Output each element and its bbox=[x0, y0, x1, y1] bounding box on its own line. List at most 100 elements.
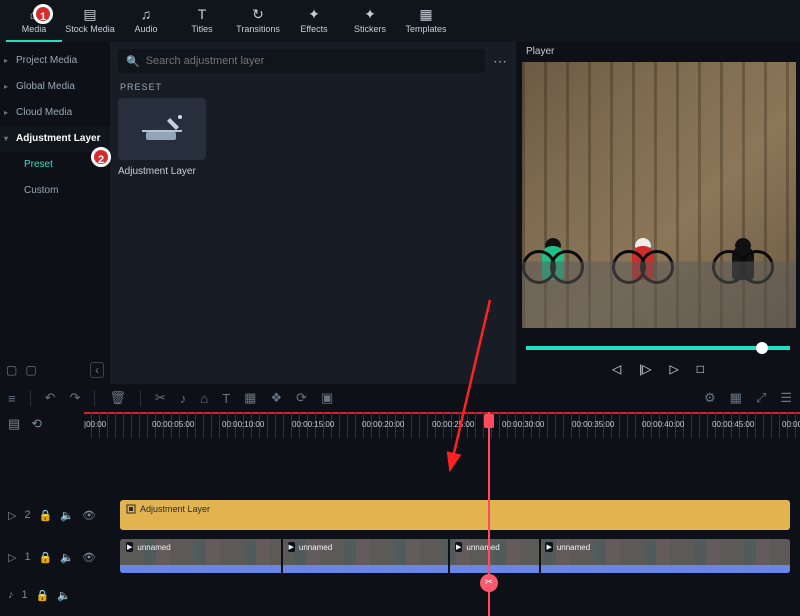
tab-label: Titles bbox=[191, 24, 212, 34]
tab-stickers[interactable]: ✦ Stickers bbox=[342, 0, 398, 42]
tab-transitions[interactable]: ↻ Transitions bbox=[230, 0, 286, 42]
track-video: ▷ 1 🔒 🔈 👁 unnamed unnamed unnamed unname… bbox=[0, 536, 800, 578]
adjust-icon[interactable]: ❖ bbox=[270, 390, 282, 406]
tab-effects[interactable]: ✦ Effects bbox=[286, 0, 342, 42]
ruler-label: 00:00:05:00 bbox=[152, 420, 194, 429]
track-mute-icon[interactable]: 🔈 bbox=[57, 589, 71, 602]
track-mute-icon[interactable]: 🔈 bbox=[60, 509, 74, 522]
ruler-label: 00:00:35:00 bbox=[572, 420, 614, 429]
fit-icon[interactable]: ⤢ bbox=[756, 390, 766, 406]
tab-media[interactable]: ⌂ Media bbox=[6, 0, 62, 42]
split-button[interactable]: ✂ bbox=[480, 574, 498, 592]
video-clip[interactable]: unnamed unnamed unnamed unnamed bbox=[120, 539, 790, 573]
sidebar-item-custom[interactable]: Custom bbox=[0, 178, 110, 204]
sidebar-item-project-media[interactable]: Project Media bbox=[0, 48, 110, 74]
search-box[interactable]: 🔍 bbox=[118, 49, 485, 73]
track-audio-icon[interactable]: ♪ bbox=[8, 589, 14, 601]
search-input[interactable] bbox=[146, 55, 477, 67]
new-folder-icon[interactable]: ▢ bbox=[6, 363, 17, 377]
tab-stock-media[interactable]: ▤ Stock Media bbox=[62, 0, 118, 42]
speed-icon[interactable]: ⟳ bbox=[296, 390, 307, 406]
browser-more-icon[interactable]: ⋯ bbox=[493, 53, 508, 70]
grid-icon[interactable]: ▦ bbox=[730, 390, 742, 406]
effects-icon: ✦ bbox=[308, 6, 320, 22]
player-prev-icon[interactable]: ◁ bbox=[612, 362, 621, 376]
ruler-label: 00:00:50:00 bbox=[782, 420, 800, 429]
clip-label: unnamed bbox=[545, 542, 590, 552]
crop-icon[interactable]: ▦ bbox=[244, 390, 256, 406]
ruler-label: 00:00:45:00 bbox=[712, 420, 754, 429]
sidebar-item-global-media[interactable]: Global Media bbox=[0, 74, 110, 100]
redo-icon[interactable]: ↷ bbox=[70, 390, 81, 406]
clip-label: unnamed bbox=[288, 542, 333, 552]
transitions-icon: ↻ bbox=[252, 6, 264, 22]
ruler-label: 00:00:15:00 bbox=[292, 420, 334, 429]
stock-media-icon: ▤ bbox=[83, 6, 96, 22]
tab-label: Templates bbox=[405, 24, 446, 34]
preset-adjustment-layer[interactable]: Adjustment Layer bbox=[118, 98, 206, 177]
folder-icon[interactable]: ▢ bbox=[25, 363, 36, 377]
delete-icon[interactable]: 🗑 bbox=[109, 390, 126, 406]
tab-templates[interactable]: ▦ Templates bbox=[398, 0, 454, 42]
ruler-label: 00:00:20:00 bbox=[362, 420, 404, 429]
player-title: Player bbox=[516, 42, 800, 62]
preset-label: Adjustment Layer bbox=[118, 166, 206, 177]
tab-label: Stickers bbox=[354, 24, 386, 34]
menu-icon[interactable]: ☰ bbox=[780, 390, 792, 406]
track-lock-icon[interactable]: 🔒 bbox=[36, 589, 50, 602]
player-play-icon[interactable]: ▷ bbox=[670, 362, 679, 376]
track-mute-icon[interactable]: 🔈 bbox=[60, 551, 74, 564]
templates-icon: ▦ bbox=[419, 6, 432, 22]
text-tool-icon[interactable]: T bbox=[222, 391, 230, 406]
collapse-sidebar-icon[interactable]: ‹ bbox=[90, 362, 104, 378]
tracks-header-icon[interactable]: ▤ bbox=[8, 416, 20, 431]
tab-titles[interactable]: T Titles bbox=[174, 0, 230, 42]
track-index: 1 bbox=[22, 589, 28, 601]
ruler-label: 00:00:30:00 bbox=[502, 420, 544, 429]
sidebar-item-adjustment-layer[interactable]: Adjustment Layer bbox=[0, 126, 110, 152]
adjustment-clip-label: Adjustment Layer bbox=[140, 504, 210, 514]
cut-icon[interactable]: ✂ bbox=[155, 390, 166, 406]
tab-label: Media bbox=[22, 24, 47, 34]
sidebar-item-cloud-media[interactable]: Cloud Media bbox=[0, 100, 110, 126]
timeline-toolbar: ≡ ↶ ↷ 🗑 ✂ ♪ ⌂ T ▦ ❖ ⟳ ▣ ⚙ ▦ ⤢ ☰ bbox=[0, 384, 800, 412]
tab-audio[interactable]: ♫ Audio bbox=[118, 0, 174, 42]
track-index: 2 bbox=[24, 509, 30, 521]
track-play-icon[interactable]: ▷ bbox=[8, 551, 16, 564]
undo-icon[interactable]: ↶ bbox=[45, 390, 56, 406]
track-adjustment: ▷ 2 🔒 🔈 👁 Adjustment Layer bbox=[0, 494, 800, 536]
search-icon: 🔍 bbox=[126, 55, 140, 68]
link-icon[interactable]: ⟲ bbox=[31, 416, 42, 431]
clip-label: unnamed bbox=[455, 542, 500, 552]
cyclist-black bbox=[732, 238, 754, 280]
track-index: 1 bbox=[24, 551, 30, 563]
tab-label: Audio bbox=[134, 24, 157, 34]
player-seek-bar[interactable] bbox=[526, 346, 790, 350]
player-stop-icon[interactable]: □ bbox=[697, 362, 704, 376]
player-viewport[interactable] bbox=[522, 62, 796, 328]
audio-icon: ♫ bbox=[141, 6, 152, 22]
player-step-icon[interactable]: |▷ bbox=[639, 362, 651, 376]
mark-icon[interactable]: ▣ bbox=[321, 390, 333, 406]
playhead[interactable]: ✂ bbox=[488, 412, 490, 616]
timeline-ruler[interactable]: ▤ ⟲ |00:00 00:00:05:00 00:00:10:00 00:00… bbox=[0, 412, 800, 438]
annotation-badge-2: 2 bbox=[91, 147, 111, 167]
playhead-cap-icon[interactable] bbox=[484, 414, 494, 428]
track-lock-icon[interactable]: 🔒 bbox=[39, 509, 53, 522]
ruler-label: 00:00:10:00 bbox=[222, 420, 264, 429]
cyclist-green bbox=[542, 238, 564, 280]
player-panel: Player ◁ |▷ ▷ □ bbox=[516, 42, 800, 384]
track-play-icon[interactable]: ▷ bbox=[8, 509, 16, 522]
timeline[interactable]: ▤ ⟲ |00:00 00:00:05:00 00:00:10:00 00:00… bbox=[0, 412, 800, 616]
cyclist-red bbox=[632, 238, 654, 280]
annotation-badge-1: 1 bbox=[33, 4, 53, 24]
music-icon[interactable]: ♪ bbox=[180, 391, 187, 406]
tab-label: Stock Media bbox=[65, 24, 115, 34]
marker-icon[interactable]: ⌂ bbox=[200, 391, 208, 406]
track-lock-icon[interactable]: 🔒 bbox=[39, 551, 53, 564]
preset-thumb-icon bbox=[118, 98, 206, 160]
adjustment-layer-clip[interactable]: Adjustment Layer bbox=[120, 500, 790, 530]
track-icon[interactable]: ≡ bbox=[8, 391, 16, 406]
titles-icon: T bbox=[198, 6, 207, 22]
settings-icon[interactable]: ⚙ bbox=[704, 390, 716, 406]
